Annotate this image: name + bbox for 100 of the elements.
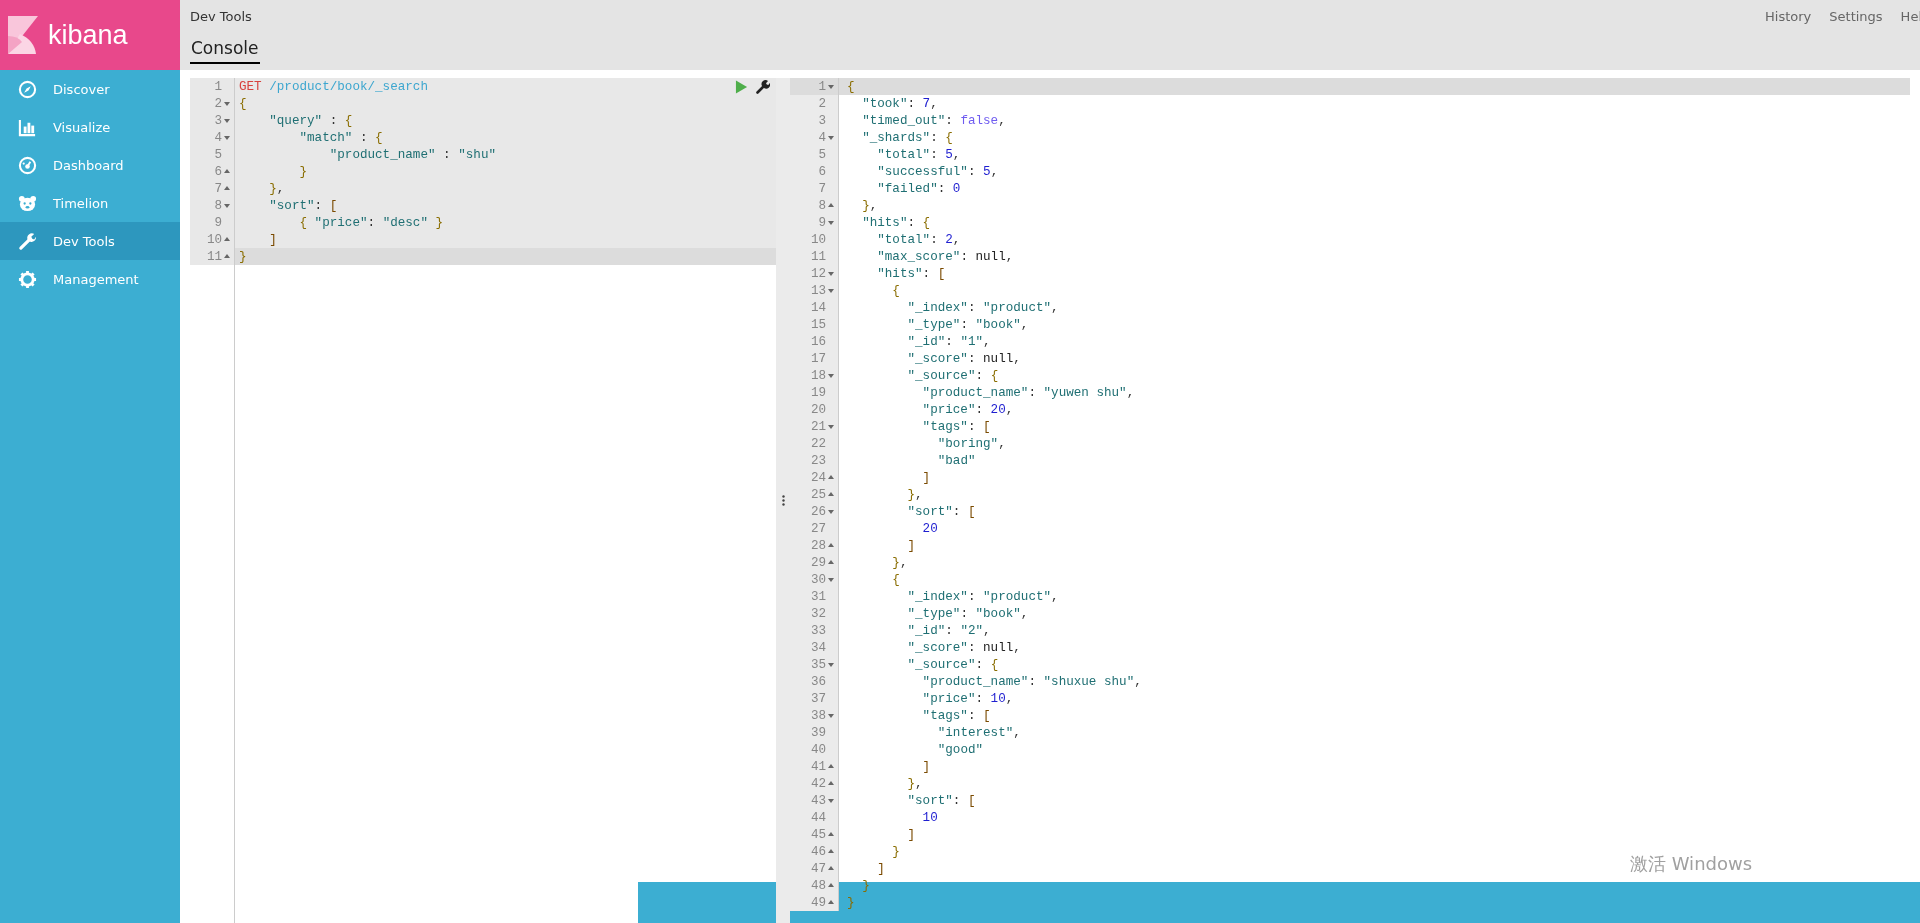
line-number: 12 (810, 266, 826, 281)
console-tab[interactable]: Console (190, 38, 260, 64)
line-number: 39 (810, 725, 826, 740)
code-line: { (239, 96, 247, 111)
line-number: 42 (810, 776, 826, 791)
code-line: "_shards": { (861, 130, 953, 145)
code-line: "_index": "product", (906, 300, 1059, 315)
code-line: 10 (921, 810, 938, 825)
line-number: 8 (214, 198, 222, 213)
activation-notice: 激活 Windows (1630, 852, 1753, 876)
line-number: 47 (810, 861, 826, 876)
line-number: 9 (214, 215, 222, 230)
nav-item[interactable]: Dev Tools (0, 222, 180, 260)
line-number: 22 (810, 436, 826, 451)
code-line: "total": 5, (876, 147, 961, 162)
bear-icon (18, 193, 37, 213)
dashboard-icon (18, 155, 37, 175)
header-link[interactable]: Hel (1900, 8, 1920, 24)
line-number: 27 (810, 521, 826, 536)
code-line: "hits": [ (876, 266, 946, 281)
line-number: 8 (818, 198, 826, 213)
code-line: "product_name": "yuwen shu", (921, 385, 1135, 400)
line-number: 5 (214, 147, 222, 162)
code-line: "_score": null, (906, 640, 1021, 655)
code-line: "product_name" : "shu" (328, 147, 496, 162)
code-line: "query" : { (268, 113, 353, 128)
line-number: 26 (810, 504, 826, 519)
nav-item[interactable]: Visualize (0, 108, 180, 146)
code-line: "successful": 5, (876, 164, 999, 179)
header-link[interactable]: Settings (1829, 8, 1883, 24)
code-line: }, (906, 776, 923, 791)
line-number: 30 (810, 572, 826, 587)
line-number: 48 (810, 878, 826, 893)
line-number: 34 (810, 640, 826, 655)
line-number: 4 (214, 130, 222, 145)
line-number: 6 (818, 164, 826, 179)
code-line: "price": 10, (921, 691, 1014, 706)
settings-icon (18, 269, 37, 289)
line-number: 37 (810, 691, 826, 706)
nav-item[interactable]: Timelion (0, 184, 180, 222)
code-line: } (847, 895, 855, 910)
code-line: "product_name": "shuxue shu", (921, 674, 1142, 689)
line-number: 9 (818, 215, 826, 230)
code-line: "_type": "book", (906, 317, 1029, 332)
line-number: 29 (810, 555, 826, 570)
code-line: { (847, 79, 855, 94)
nav-item[interactable]: Management (0, 260, 180, 298)
line-number: 1 (818, 79, 826, 94)
code-line: } (891, 844, 900, 859)
code-line: "hits": { (861, 215, 931, 230)
bar-chart-icon (18, 117, 37, 137)
nav-item[interactable]: Discover (0, 70, 180, 108)
nav-item[interactable]: Dashboard (0, 146, 180, 184)
line-number: 44 (810, 810, 826, 825)
code-line: "interest", (936, 725, 1021, 740)
line-number: 33 (810, 623, 826, 638)
line-number: 7 (214, 181, 222, 196)
code-line: ] (921, 470, 931, 485)
line-number: 17 (810, 351, 826, 366)
line-number: 24 (810, 470, 826, 485)
code-line: "price": 20, (921, 402, 1014, 417)
code-line: "took": 7, (861, 96, 938, 111)
code-line: "_id": "1", (906, 334, 991, 349)
line-number: 2 (818, 96, 826, 111)
code-line: ] (906, 827, 916, 842)
line-number: 6 (214, 164, 222, 179)
code-line: "sort": [ (268, 198, 338, 213)
line-number: 2 (214, 96, 222, 111)
drag-handle-icon[interactable] (781, 495, 785, 506)
line-number: 20 (810, 402, 826, 417)
line-number: 35 (810, 657, 826, 672)
code-line: { (891, 283, 900, 298)
line-number: 23 (810, 453, 826, 468)
code-line: "_index": "product", (906, 589, 1059, 604)
line-number: 32 (810, 606, 826, 621)
wrench-icon[interactable] (756, 79, 770, 94)
header-link[interactable]: History (1765, 8, 1812, 24)
line-number: 1 (214, 79, 222, 94)
line-number: 25 (810, 487, 826, 502)
logo-text: kibana (48, 19, 128, 51)
line-number: 28 (810, 538, 826, 553)
line-number: 15 (810, 317, 826, 332)
code-line: "good" (936, 742, 984, 757)
request-editor[interactable]: 1 GET /product/book/_search 2 { 3 "query" : { 4 "match" : { 5 "product_name" : "shu" 6 } 7 }, 8 "sort": [ 9 { "price": "desc" } 10 ] 11 } (190, 78, 776, 923)
code-line: "sort": [ (906, 504, 976, 519)
line-number: 43 (810, 793, 826, 808)
compass-icon (18, 79, 37, 99)
line-number: 10 (810, 232, 826, 247)
line-number: 4 (818, 130, 826, 145)
code-line: "_source": { (906, 368, 999, 383)
line-number: 13 (810, 283, 826, 298)
line-number: 45 (810, 827, 826, 842)
code-line: "failed": 0 (876, 181, 961, 196)
code-line: "tags": [ (921, 419, 991, 434)
code-line: } (239, 249, 247, 264)
wrench-icon (18, 231, 37, 251)
code-line: "_type": "book", (906, 606, 1029, 621)
code-line: "tags": [ (921, 708, 991, 723)
line-number: 18 (810, 368, 826, 383)
line-number: 3 (214, 113, 222, 128)
